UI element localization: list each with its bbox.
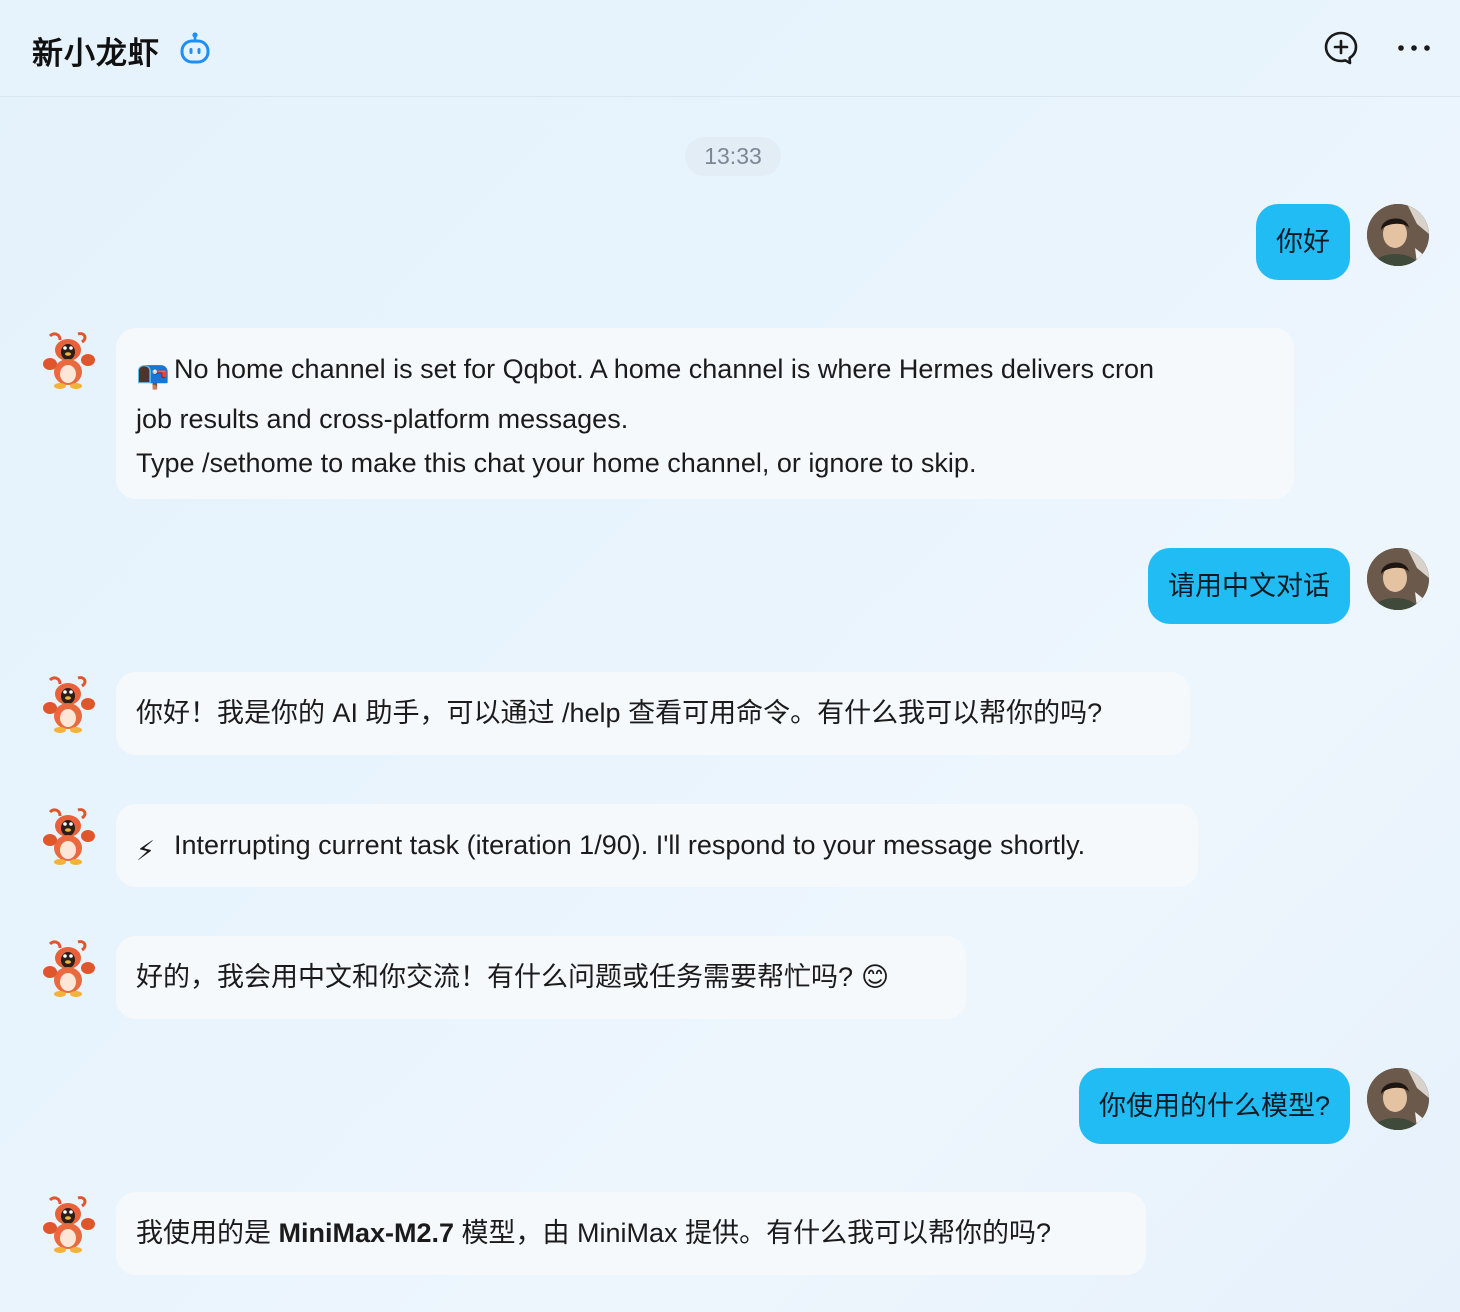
add-chat-icon[interactable] (1323, 30, 1359, 66)
bot-avatar[interactable] (38, 330, 98, 390)
bot-message-bubble[interactable]: 我使用的是 MiniMax-M2.7 模型，由 MiniMax 提供。有什么我可… (116, 1192, 1146, 1275)
bot-message-line: Type /sethome to make this chat your hom… (136, 448, 977, 478)
bot-message-line: job results and cross-platform messages. (136, 404, 629, 434)
user-avatar[interactable] (1367, 548, 1429, 610)
lightning-icon: ⚡ (136, 836, 155, 866)
chat-title: 新小龙虾 (32, 36, 160, 71)
bot-message-text: 好的，我会用中文和你交流！有什么问题或任务需要帮忙吗? (136, 962, 854, 992)
user-avatar[interactable] (1367, 204, 1429, 266)
user-message-bubble[interactable]: 请用中文对话 (1148, 548, 1350, 624)
bot-message-bubble[interactable]: ⚡ Interrupting current task (iteration 1/… (116, 804, 1198, 887)
bot-message-text: 模型，由 MiniMax 提供。有什么我可以帮你的吗? (454, 1218, 1052, 1248)
robot-icon (180, 32, 210, 64)
user-message-bubble[interactable]: 你好 (1256, 204, 1350, 280)
bot-avatar[interactable] (38, 806, 98, 866)
timestamp: 13:33 (685, 137, 781, 176)
more-icon[interactable] (1396, 30, 1432, 66)
model-name: MiniMax-M2.7 (278, 1218, 455, 1248)
chat-header: 新小龙虾 (0, 0, 1460, 97)
mailbox-icon: 📭 (136, 360, 170, 390)
bot-message-bubble[interactable]: 📭 No home channel is set for Qqbot. A hom… (116, 328, 1294, 499)
bot-message-text: 我使用的是 (136, 1218, 279, 1248)
bot-avatar[interactable] (38, 674, 98, 734)
bot-message-bubble[interactable]: 你好！我是你的 AI 助手，可以通过 /help 查看可用命令。有什么我可以帮你… (116, 672, 1190, 755)
user-avatar[interactable] (1367, 1068, 1429, 1130)
bot-avatar[interactable] (38, 1194, 98, 1254)
bot-message-bubble[interactable]: 好的，我会用中文和你交流！有什么问题或任务需要帮忙吗? 😊 (116, 936, 966, 1019)
bot-avatar[interactable] (38, 938, 98, 998)
bot-message-line: 📭 No home channel is set for Qqbot. A hom… (136, 347, 1274, 397)
smile-emoji-icon: 😊 (861, 962, 890, 992)
bot-message-text: Interrupting current task (iteration 1/9… (174, 830, 1086, 860)
user-message-bubble[interactable]: 你使用的什么模型? (1078, 1068, 1350, 1144)
